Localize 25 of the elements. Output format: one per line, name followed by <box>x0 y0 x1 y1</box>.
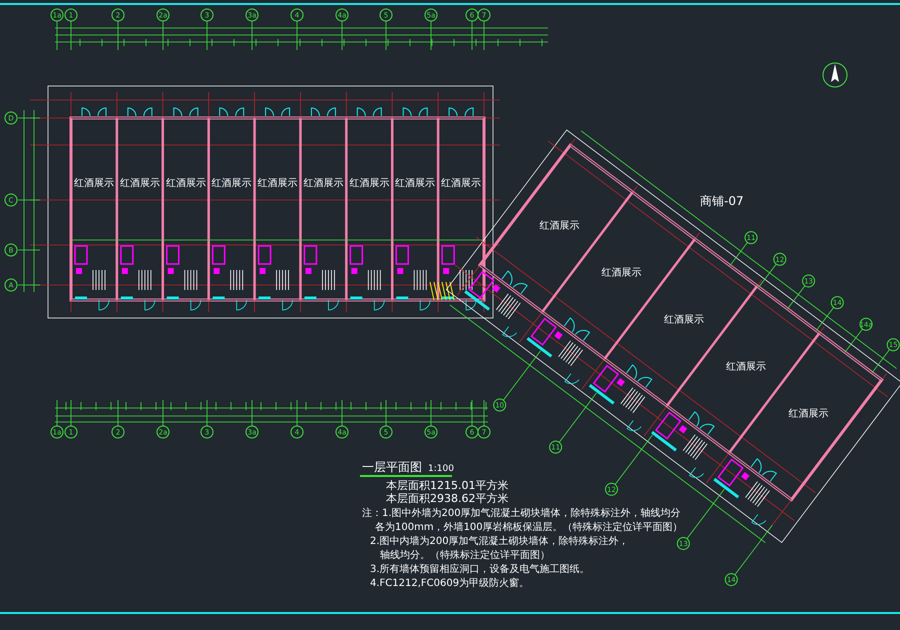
room-label: 红酒展示 <box>120 178 160 189</box>
note-text: 各为100mm，外墙100厚岩棉板保温层。（特殊标注定位详平面图） <box>375 522 683 533</box>
area-text: 本层面积1215.01平方米 <box>386 479 508 492</box>
note-text: 4.FC1212,FC0609为甲级防火窗。 <box>370 578 530 589</box>
building-label: 商铺-07 <box>700 194 744 208</box>
note-text: 轴线均分。（特殊标注定位详平面图） <box>380 550 550 561</box>
room-label: 红酒展示 <box>441 178 482 189</box>
room-label: 红酒展示 <box>788 408 828 420</box>
drawing-title: 一层平面图 <box>362 460 422 474</box>
room-label: 红酒展示 <box>349 178 390 189</box>
room-label: 红酒展示 <box>212 178 252 189</box>
scale-label: 1:100 <box>428 464 454 474</box>
note-text: 注：1.图中外墙为200厚加气混凝土砌块墙体，除特殊标注外，轴线均分 <box>362 508 681 519</box>
area-text: 本层面积2938.62平方米 <box>386 492 508 505</box>
room-label: 红酒展示 <box>664 314 704 326</box>
room-label: 红酒展示 <box>74 178 114 189</box>
room-label: 红酒展示 <box>166 178 206 189</box>
room-label: 红酒展示 <box>395 178 436 189</box>
room-label: 红酒展示 <box>539 220 580 232</box>
room-label: 红酒展示 <box>303 178 344 189</box>
room-label: 红酒展示 <box>258 178 298 189</box>
note-text: 2.图中内墙为200厚加气混凝土砌块墙体，除特殊标注外， <box>370 536 629 547</box>
note-text: 3.所有墙体预留相应洞口，设备及电气施工图纸。 <box>370 564 590 575</box>
room-label: 红酒展示 <box>726 361 766 372</box>
room-label: 红酒展示 <box>602 268 642 279</box>
